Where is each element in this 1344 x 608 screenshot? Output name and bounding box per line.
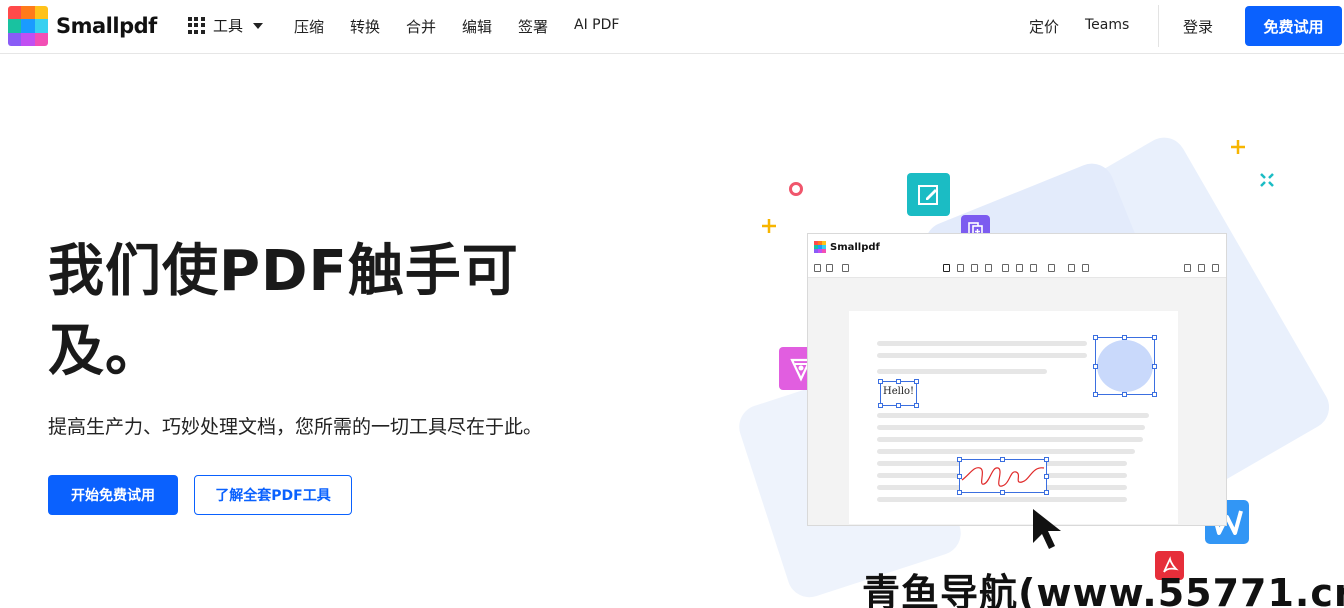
toolbar-zoom-icon [1212,264,1219,272]
toolbar-panel-icon [842,264,849,272]
toolbar-cursor-icon [943,264,950,272]
plus-decoration-icon [762,219,776,233]
site-watermark: 青鱼导航(www.55771.cn) [862,571,1344,608]
preview-toolbar [808,260,1226,278]
text-line [877,341,1087,346]
toolbar-pen-icon [957,264,964,272]
nav-ai-pdf[interactable]: AI PDF [574,17,619,33]
toolbar-image-icon [1068,264,1075,272]
top-navbar: Smallpdf 工具 压缩 转换 合并 编辑 签署 AI PDF 定价 Tea… [0,0,1344,54]
preview-app-title: Smallpdf [830,241,880,253]
header-divider [1158,5,1159,47]
nav-pricing[interactable]: 定价 [1029,16,1059,37]
x-decoration-icon [1260,173,1274,187]
hero-title: 我们使PDF触手可及。 [48,239,519,384]
start-free-trial-button[interactable]: 开始免费试用 [48,475,178,515]
free-trial-button[interactable]: 免费试用 [1245,6,1342,46]
nav-sign[interactable]: 签署 [518,16,548,37]
signature-scribble-icon [961,467,1045,487]
tools-menu-label: 工具 [213,17,244,35]
toolbar-page-icon [814,264,821,272]
text-line [877,449,1135,454]
text-line [877,353,1087,358]
toolbar-shape-icon [1030,264,1037,272]
toolbar-undo-icon [1184,264,1191,272]
nav-merge[interactable]: 合并 [406,16,436,37]
nav-teams[interactable]: Teams [1085,17,1129,33]
caret-down-icon [253,22,264,29]
nav-convert[interactable]: 转换 [350,16,380,37]
circle-shape [1097,340,1153,392]
login-link[interactable]: 登录 [1183,16,1213,37]
apps-grid-icon [188,17,205,34]
ring-decoration-icon [789,182,803,196]
smallpdf-mini-logo-icon [814,241,826,253]
toolbar-redo-icon [1198,264,1205,272]
explore-tools-button[interactable]: 了解全套PDF工具 [194,475,352,515]
smallpdf-logo-icon [8,6,48,46]
nav-compress[interactable]: 压缩 [294,16,324,37]
hello-text: Hello! [883,386,915,397]
text-line [877,497,1127,502]
logo-text: Smallpdf [56,14,157,38]
edit-pdf-icon [907,173,950,216]
preview-document-page: Hello! [849,311,1178,524]
plus-decoration-icon [1231,140,1245,154]
pdf-editor-preview: Smallpdf Hello! [807,233,1227,526]
text-line [877,369,1047,374]
mouse-cursor-icon [1033,509,1061,549]
circle-shape-box [1093,335,1157,397]
toolbar-text-icon [1002,264,1009,272]
tools-menu[interactable]: 工具 [188,15,264,36]
text-line [877,437,1143,442]
toolbar-page-icon [826,264,833,272]
toolbar-eraser-icon [985,264,992,272]
smallpdf-logo[interactable]: Smallpdf [8,6,157,46]
nav-edit[interactable]: 编辑 [462,16,492,37]
toolbar-highlight-icon [971,264,978,272]
hello-text-box: Hello! [878,379,919,408]
toolbar-stamp-icon [1016,264,1023,272]
toolbar-sign-icon [1082,264,1089,272]
signature-box [957,457,1049,495]
preview-titlebar: Smallpdf [808,234,1226,260]
toolbar-line-icon [1048,264,1055,272]
hero-subtitle: 提高生产力、巧妙处理文档，您所需的一切工具尽在于此。 [48,416,543,438]
text-line [877,413,1149,418]
text-line [877,425,1145,430]
